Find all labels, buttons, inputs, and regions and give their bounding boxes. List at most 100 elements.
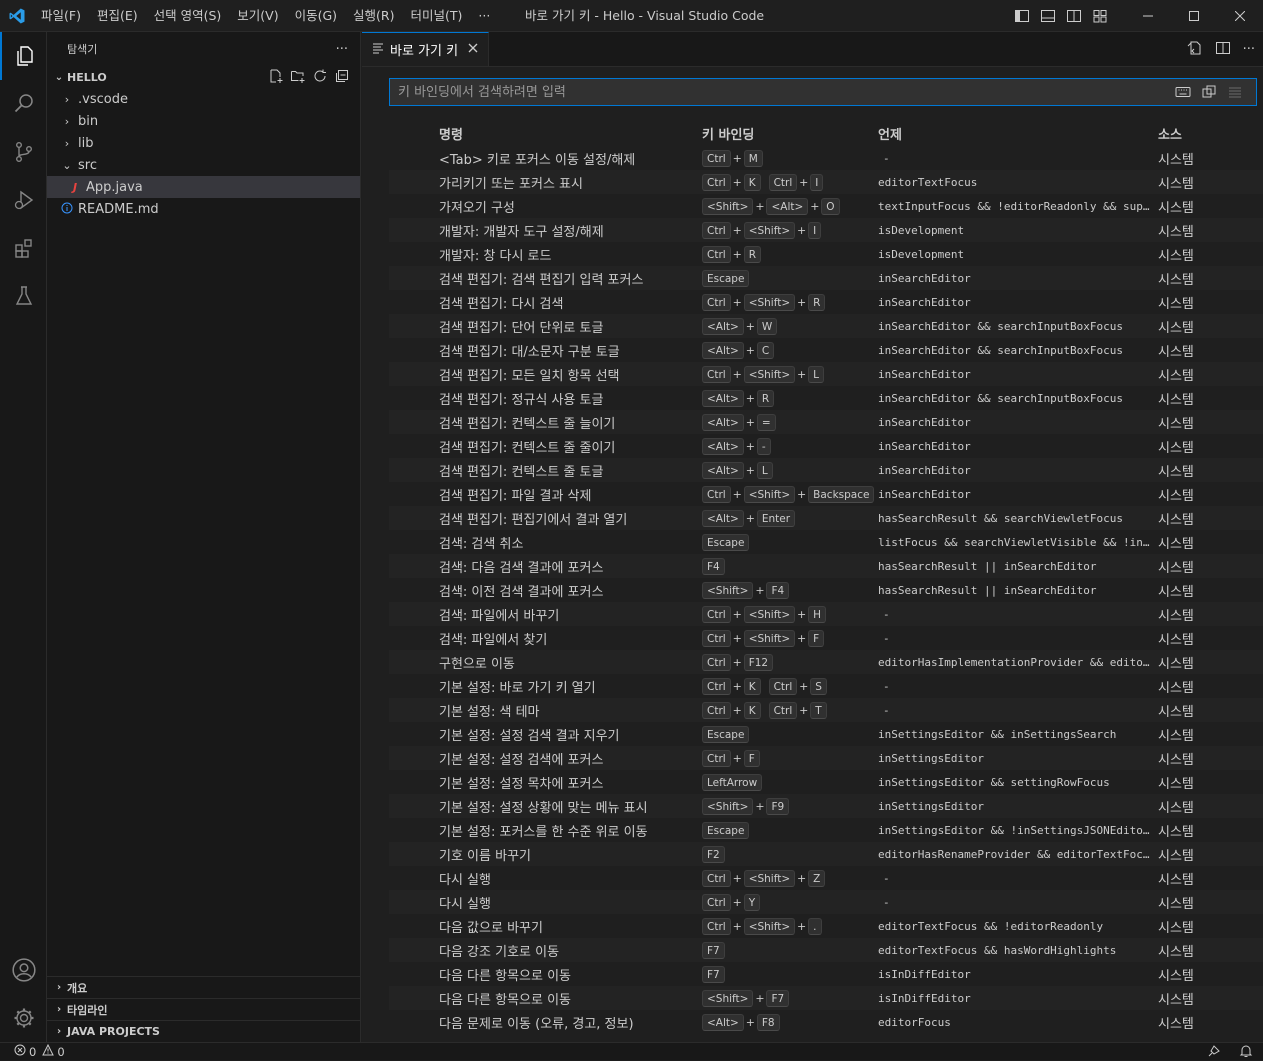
table-row[interactable]: 검색 편집기: 검색 편집기 입력 포커스 Escape inSearchEdito… xyxy=(389,266,1263,290)
new-folder-icon[interactable] xyxy=(290,68,306,87)
table-row[interactable]: 기본 설정: 설정 목차에 포커스 LeftArrow inSettingsEdit… xyxy=(389,770,1263,794)
table-row[interactable]: 구현으로 이동 Ctrl + F12 editorHasImplementationPr… xyxy=(389,650,1263,674)
problems-indicator[interactable]: 0 0 xyxy=(14,1043,65,1059)
table-row[interactable]: 검색 편집기: 파일 결과 삭제 Ctrl + <Shift> + Backspace in… xyxy=(389,482,1263,506)
info-icon xyxy=(59,202,75,217)
table-row[interactable]: 기호 이름 바꾸기 F2 editorHasRenameProvider && ed… xyxy=(389,842,1263,866)
table-row[interactable]: 기본 설정: 설정 검색에 포커스 Ctrl + FinSettingsEditor 시… xyxy=(389,746,1263,770)
table-row[interactable]: 다음 다른 항목으로 이동 <Shift> + F7 isInDiffEditor 시스템 xyxy=(389,986,1263,1010)
keybinding-search-box[interactable] xyxy=(389,78,1257,106)
table-row[interactable]: 다음 다른 항목으로 이동 F7 isInDiffEditor 시스템 xyxy=(389,962,1263,986)
key-badge: <Shift> xyxy=(743,221,796,239)
more-actions-icon[interactable]: ··· xyxy=(336,42,348,57)
menu-item[interactable]: 실행(R) xyxy=(345,0,402,32)
table-row[interactable]: 기본 설정: 색 테마 Ctrl + K Ctrl + T - 시스템 xyxy=(389,698,1263,722)
menu-item[interactable]: 이동(G) xyxy=(287,0,345,32)
table-row[interactable]: 다시 실행 Ctrl + <Shift> + Z - 시스템 xyxy=(389,866,1263,890)
table-row[interactable]: 검색 편집기: 정규식 사용 토글 <Alt> + RinSearchEditor &… xyxy=(389,386,1263,410)
more-editor-actions-icon[interactable]: ··· xyxy=(1243,42,1255,57)
table-row[interactable]: 가져오기 구성 <Shift> + <Alt> + OtextInputFocus && … xyxy=(389,194,1263,218)
outline-section[interactable]: › 개요 xyxy=(47,976,361,998)
table-row[interactable]: 검색 편집기: 단어 단위로 토글 <Alt> + WinSearchEditor &… xyxy=(389,314,1263,338)
extensions-icon[interactable] xyxy=(0,224,47,272)
clear-search-icon[interactable] xyxy=(1222,84,1248,100)
menu-item[interactable]: 편집(E) xyxy=(89,0,146,32)
tree-item[interactable]: › lib xyxy=(47,132,360,154)
tree-item[interactable]: README.md xyxy=(47,198,360,220)
column-header-keybinding[interactable]: 키 바인딩 xyxy=(702,124,877,143)
java-projects-section[interactable]: › JAVA PROJECTS xyxy=(47,1020,361,1042)
table-row[interactable]: 다음 강조 기호로 이동 F7 editorTextFocus && hasWord… xyxy=(389,938,1263,962)
table-row[interactable]: 검색: 다음 검색 결과에 포커스 F4 hasSearchResult || in… xyxy=(389,554,1263,578)
table-row[interactable]: 개발자: 창 다시 로드 Ctrl + RisDevelopment 시스템 xyxy=(389,242,1263,266)
new-file-icon[interactable] xyxy=(268,68,284,87)
minimize-icon[interactable] xyxy=(1125,0,1171,32)
menu-item[interactable]: 보기(V) xyxy=(229,0,286,32)
key-badge: Escape xyxy=(702,725,750,743)
table-row[interactable]: 검색: 이전 검색 결과에 포커스 <Shift> + F4 hasSearchResu… xyxy=(389,578,1263,602)
key-badge: <Shift> xyxy=(702,197,754,215)
timeline-section[interactable]: › 타임라인 xyxy=(47,998,361,1020)
table-row[interactable]: 검색: 파일에서 바꾸기 Ctrl + <Shift> + H - 시스템 xyxy=(389,602,1263,626)
refresh-icon[interactable] xyxy=(312,68,328,87)
table-row[interactable]: 검색 편집기: 다시 검색 Ctrl + <Shift> + RinSearchEdito… xyxy=(389,290,1263,314)
keybinding-search-input[interactable] xyxy=(398,84,1170,100)
sort-by-precedence-icon[interactable] xyxy=(1196,84,1222,100)
table-row[interactable]: 검색: 검색 취소 Escape listFocus && searchViewle… xyxy=(389,530,1263,554)
key-badge: <Shift> xyxy=(743,629,796,647)
toggle-primary-sidebar-icon[interactable] xyxy=(1009,0,1035,32)
menu-item[interactable]: 선택 영역(S) xyxy=(146,0,230,32)
record-keys-icon[interactable] xyxy=(1170,86,1196,98)
table-row[interactable]: 검색 편집기: 편집기에서 결과 열기 <Alt> + Enter hasSearchR… xyxy=(389,506,1263,530)
manage-gear-icon[interactable] xyxy=(0,994,47,1042)
table-row[interactable]: 다음 값으로 바꾸기 Ctrl + <Shift> +. editorTextFocus … xyxy=(389,914,1263,938)
column-header-when[interactable]: 언제 xyxy=(877,124,1157,143)
close-tab-icon[interactable] xyxy=(468,42,478,57)
customize-layout-icon[interactable] xyxy=(1087,0,1113,32)
table-row[interactable]: 검색: 파일에서 찾기 Ctrl + <Shift> + F - 시스템 xyxy=(389,626,1263,650)
search-icon[interactable] xyxy=(0,80,47,128)
tree-item[interactable]: › bin xyxy=(47,110,360,132)
menu-item[interactable]: 터미널(T) xyxy=(403,0,471,32)
table-row[interactable]: 기본 설정: 설정 검색 결과 지우기 Escape inSettingsEdito… xyxy=(389,722,1263,746)
table-row[interactable]: 검색 편집기: 컨텍스트 줄 늘이기 <Alt> + = inSearchEditor 시… xyxy=(389,410,1263,434)
tree-item[interactable]: › .vscode xyxy=(47,88,360,110)
testing-icon[interactable] xyxy=(0,272,47,320)
column-header-command[interactable]: 명령 xyxy=(389,124,702,143)
project-section-header[interactable]: ⌄ HELLO xyxy=(47,66,360,88)
table-row[interactable]: 다시 실행 Ctrl + Y - 시스템 xyxy=(389,890,1263,914)
open-keybindings-json-icon[interactable] xyxy=(1187,40,1203,60)
toggle-secondary-sidebar-icon[interactable] xyxy=(1061,0,1087,32)
table-row[interactable]: 검색 편집기: 모든 일치 항목 선택 Ctrl + <Shift> + LinSearc… xyxy=(389,362,1263,386)
table-row[interactable]: 기본 설정: 설정 상황에 맞는 메뉴 표시 <Shift> + F9 inSettin… xyxy=(389,794,1263,818)
table-row[interactable]: 가리키기 또는 포커스 표시 Ctrl + K Ctrl + IeditorTextFocu… xyxy=(389,170,1263,194)
close-window-icon[interactable] xyxy=(1217,0,1263,32)
menu-more[interactable]: ··· xyxy=(470,0,498,32)
key-badge: Ctrl xyxy=(702,221,731,239)
tree-item[interactable]: J App.java xyxy=(47,176,360,198)
when-cell: inSearchEditor xyxy=(878,367,971,381)
menu-item[interactable]: 파일(F) xyxy=(33,0,89,32)
table-row[interactable]: 기본 설정: 포커스를 한 수준 위로 이동 Escape inSettingsEd… xyxy=(389,818,1263,842)
keybinding-cell: Ctrl + F xyxy=(702,749,877,767)
table-row[interactable]: 검색 편집기: 컨텍스트 줄 토글 <Alt> + LinSearchEditor 시스… xyxy=(389,458,1263,482)
table-row[interactable]: 검색 편집기: 대/소문자 구분 토글 <Alt> + CinSearchEditor… xyxy=(389,338,1263,362)
column-header-source[interactable]: 소스 xyxy=(1157,124,1182,143)
table-row[interactable]: 다음 문제로 이동 (오류, 경고, 정보) <Alt> + F8 editorFocu… xyxy=(389,1010,1263,1034)
maximize-icon[interactable] xyxy=(1171,0,1217,32)
tree-item[interactable]: ⌄ src xyxy=(47,154,360,176)
table-row[interactable]: 기본 설정: 바로 가기 키 열기 Ctrl + K Ctrl + S - 시스템 xyxy=(389,674,1263,698)
feedback-icon[interactable] xyxy=(1207,1044,1221,1061)
table-row[interactable]: <Tab> 키로 포커스 이동 설정/해제 Ctrl + M - 시스템 xyxy=(389,146,1263,170)
notifications-bell-icon[interactable] xyxy=(1239,1044,1253,1061)
accounts-icon[interactable] xyxy=(0,946,47,994)
table-row[interactable]: 검색 편집기: 컨텍스트 줄 줄이기 <Alt> + - inSearchEditor 시… xyxy=(389,434,1263,458)
explorer-icon[interactable] xyxy=(0,32,47,80)
toggle-panel-icon[interactable] xyxy=(1035,0,1061,32)
run-debug-icon[interactable] xyxy=(0,176,47,224)
table-row[interactable]: 개발자: 개발자 도구 설정/해제 Ctrl + <Shift> + IisDevelop… xyxy=(389,218,1263,242)
source-control-icon[interactable] xyxy=(0,128,47,176)
split-editor-icon[interactable] xyxy=(1215,40,1231,60)
tab-keyboard-shortcuts[interactable]: 바로 가기 키 xyxy=(362,32,490,66)
collapse-all-icon[interactable] xyxy=(334,68,350,87)
